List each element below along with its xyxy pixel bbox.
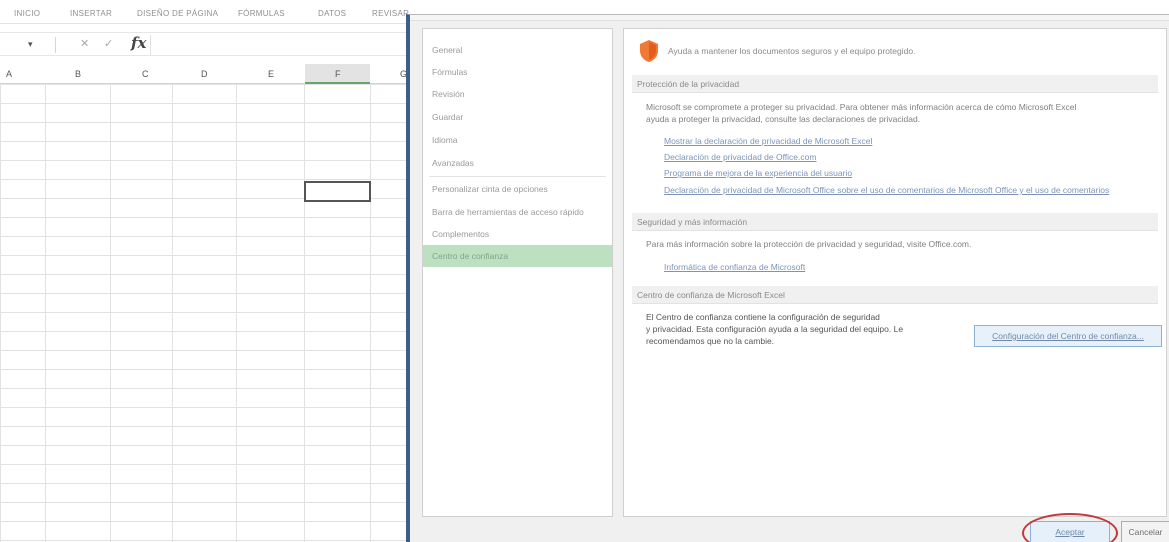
link-privacy-feedback[interactable]: Declaración de privacidad de Microsoft O… [664, 185, 1109, 195]
nav-item-formulas[interactable]: Fórmulas [423, 61, 612, 83]
nav-item-revision[interactable]: Revisión [423, 83, 612, 105]
nav-item-centro-de-confianza[interactable]: Centro de confianza [423, 245, 612, 267]
formula-bar: ▾ ✕ ✓ fx [0, 32, 420, 56]
ribbon-tab-revisar[interactable]: REVISAR [372, 9, 409, 18]
shield-icon [640, 40, 658, 62]
column-header-e[interactable]: E [268, 69, 274, 79]
security-section-heading: Seguridad y más información [632, 213, 1158, 231]
nav-item-general[interactable]: General [423, 39, 612, 61]
trust-center-text-line2: y privacidad. Esta configuración ayuda a… [646, 324, 904, 334]
nav-divider [429, 176, 606, 177]
trust-center-text-line3: recomendamos que no la cambie. [646, 336, 775, 346]
nav-item-personalizar-cinta[interactable]: Personalizar cinta de opciones [423, 178, 612, 200]
options-navigation: General Fórmulas Revisión Guardar Idioma… [422, 28, 613, 517]
ribbon-tab-insertar[interactable]: INSERTAR [70, 9, 112, 18]
security-text: Para más información sobre la protección… [646, 239, 972, 249]
formula-input[interactable] [150, 35, 420, 55]
worksheet-grid[interactable] [0, 84, 420, 542]
grid-line [236, 84, 237, 542]
ribbon-tab-diseno[interactable]: DISEÑO DE PÁGINA [137, 9, 218, 18]
excel-window: INICIO INSERTAR DISEÑO DE PÁGINA FÓRMULA… [0, 0, 420, 542]
nav-item-guardar[interactable]: Guardar [423, 106, 612, 128]
nav-item-barra-acceso-rapido[interactable]: Barra de herramientas de acceso rápido [423, 201, 612, 223]
trust-center-section-heading: Centro de confianza de Microsoft Excel [632, 286, 1158, 304]
grid-line [110, 84, 111, 542]
nav-item-avanzadas[interactable]: Avanzadas [423, 152, 612, 174]
privacy-text-line2: ayuda a proteger la privacidad, consulte… [646, 114, 921, 124]
link-trustworthy-computing[interactable]: Informática de confianza de Microsoft [664, 262, 805, 272]
nav-item-idioma[interactable]: Idioma [423, 129, 612, 151]
grid-line [304, 84, 305, 542]
grid-line [172, 84, 173, 542]
ribbon-tabs: INICIO INSERTAR DISEÑO DE PÁGINA FÓRMULA… [0, 0, 420, 24]
nav-item-complementos[interactable]: Complementos [423, 223, 612, 245]
cancel-entry-icon[interactable]: ✕ [80, 37, 89, 50]
trust-center-text-line1: El Centro de confianza contiene la confi… [646, 312, 880, 322]
intro-text: Ayuda a mantener los documentos seguros … [668, 46, 916, 56]
formula-bar-divider [55, 37, 56, 53]
ribbon-tab-formulas[interactable]: FÓRMULAS [238, 9, 285, 18]
column-header-f[interactable]: F [335, 69, 341, 79]
trust-center-settings-button[interactable]: Configuración del Centro de confianza... [974, 325, 1162, 347]
active-cell[interactable] [304, 181, 371, 202]
column-header-a[interactable]: A [6, 69, 12, 79]
excel-options-dialog: General Fórmulas Revisión Guardar Idioma… [406, 14, 1169, 542]
privacy-section-heading: Protección de la privacidad [632, 75, 1158, 93]
options-content-panel: Ayuda a mantener los documentos seguros … [623, 28, 1167, 517]
column-header-b[interactable]: B [75, 69, 81, 79]
insert-function-icon[interactable]: fx [131, 34, 146, 52]
link-privacy-officecom[interactable]: Declaración de privacidad de Office.com [664, 152, 816, 162]
link-ceip[interactable]: Programa de mejora de la experiencia del… [664, 168, 852, 178]
name-box-dropdown-icon[interactable]: ▾ [28, 39, 33, 50]
confirm-entry-icon[interactable]: ✓ [104, 37, 113, 50]
dialog-top-edge [410, 15, 1169, 21]
column-headers: A B C D E F G [0, 64, 420, 84]
cancel-button[interactable]: Cancelar [1121, 521, 1169, 542]
ok-button[interactable]: Aceptar [1030, 521, 1110, 542]
ribbon-tab-inicio[interactable]: INICIO [14, 9, 40, 18]
screen: INICIO INSERTAR DISEÑO DE PÁGINA FÓRMULA… [0, 0, 1169, 542]
grid-line [370, 84, 371, 542]
privacy-text-line1: Microsoft se compromete a proteger su pr… [646, 102, 1077, 112]
column-header-d[interactable]: D [201, 69, 208, 79]
column-header-c[interactable]: C [142, 69, 149, 79]
grid-line [45, 84, 46, 542]
ribbon-tab-datos[interactable]: DATOS [318, 9, 346, 18]
link-privacy-statement-excel[interactable]: Mostrar la declaración de privacidad de … [664, 136, 872, 146]
